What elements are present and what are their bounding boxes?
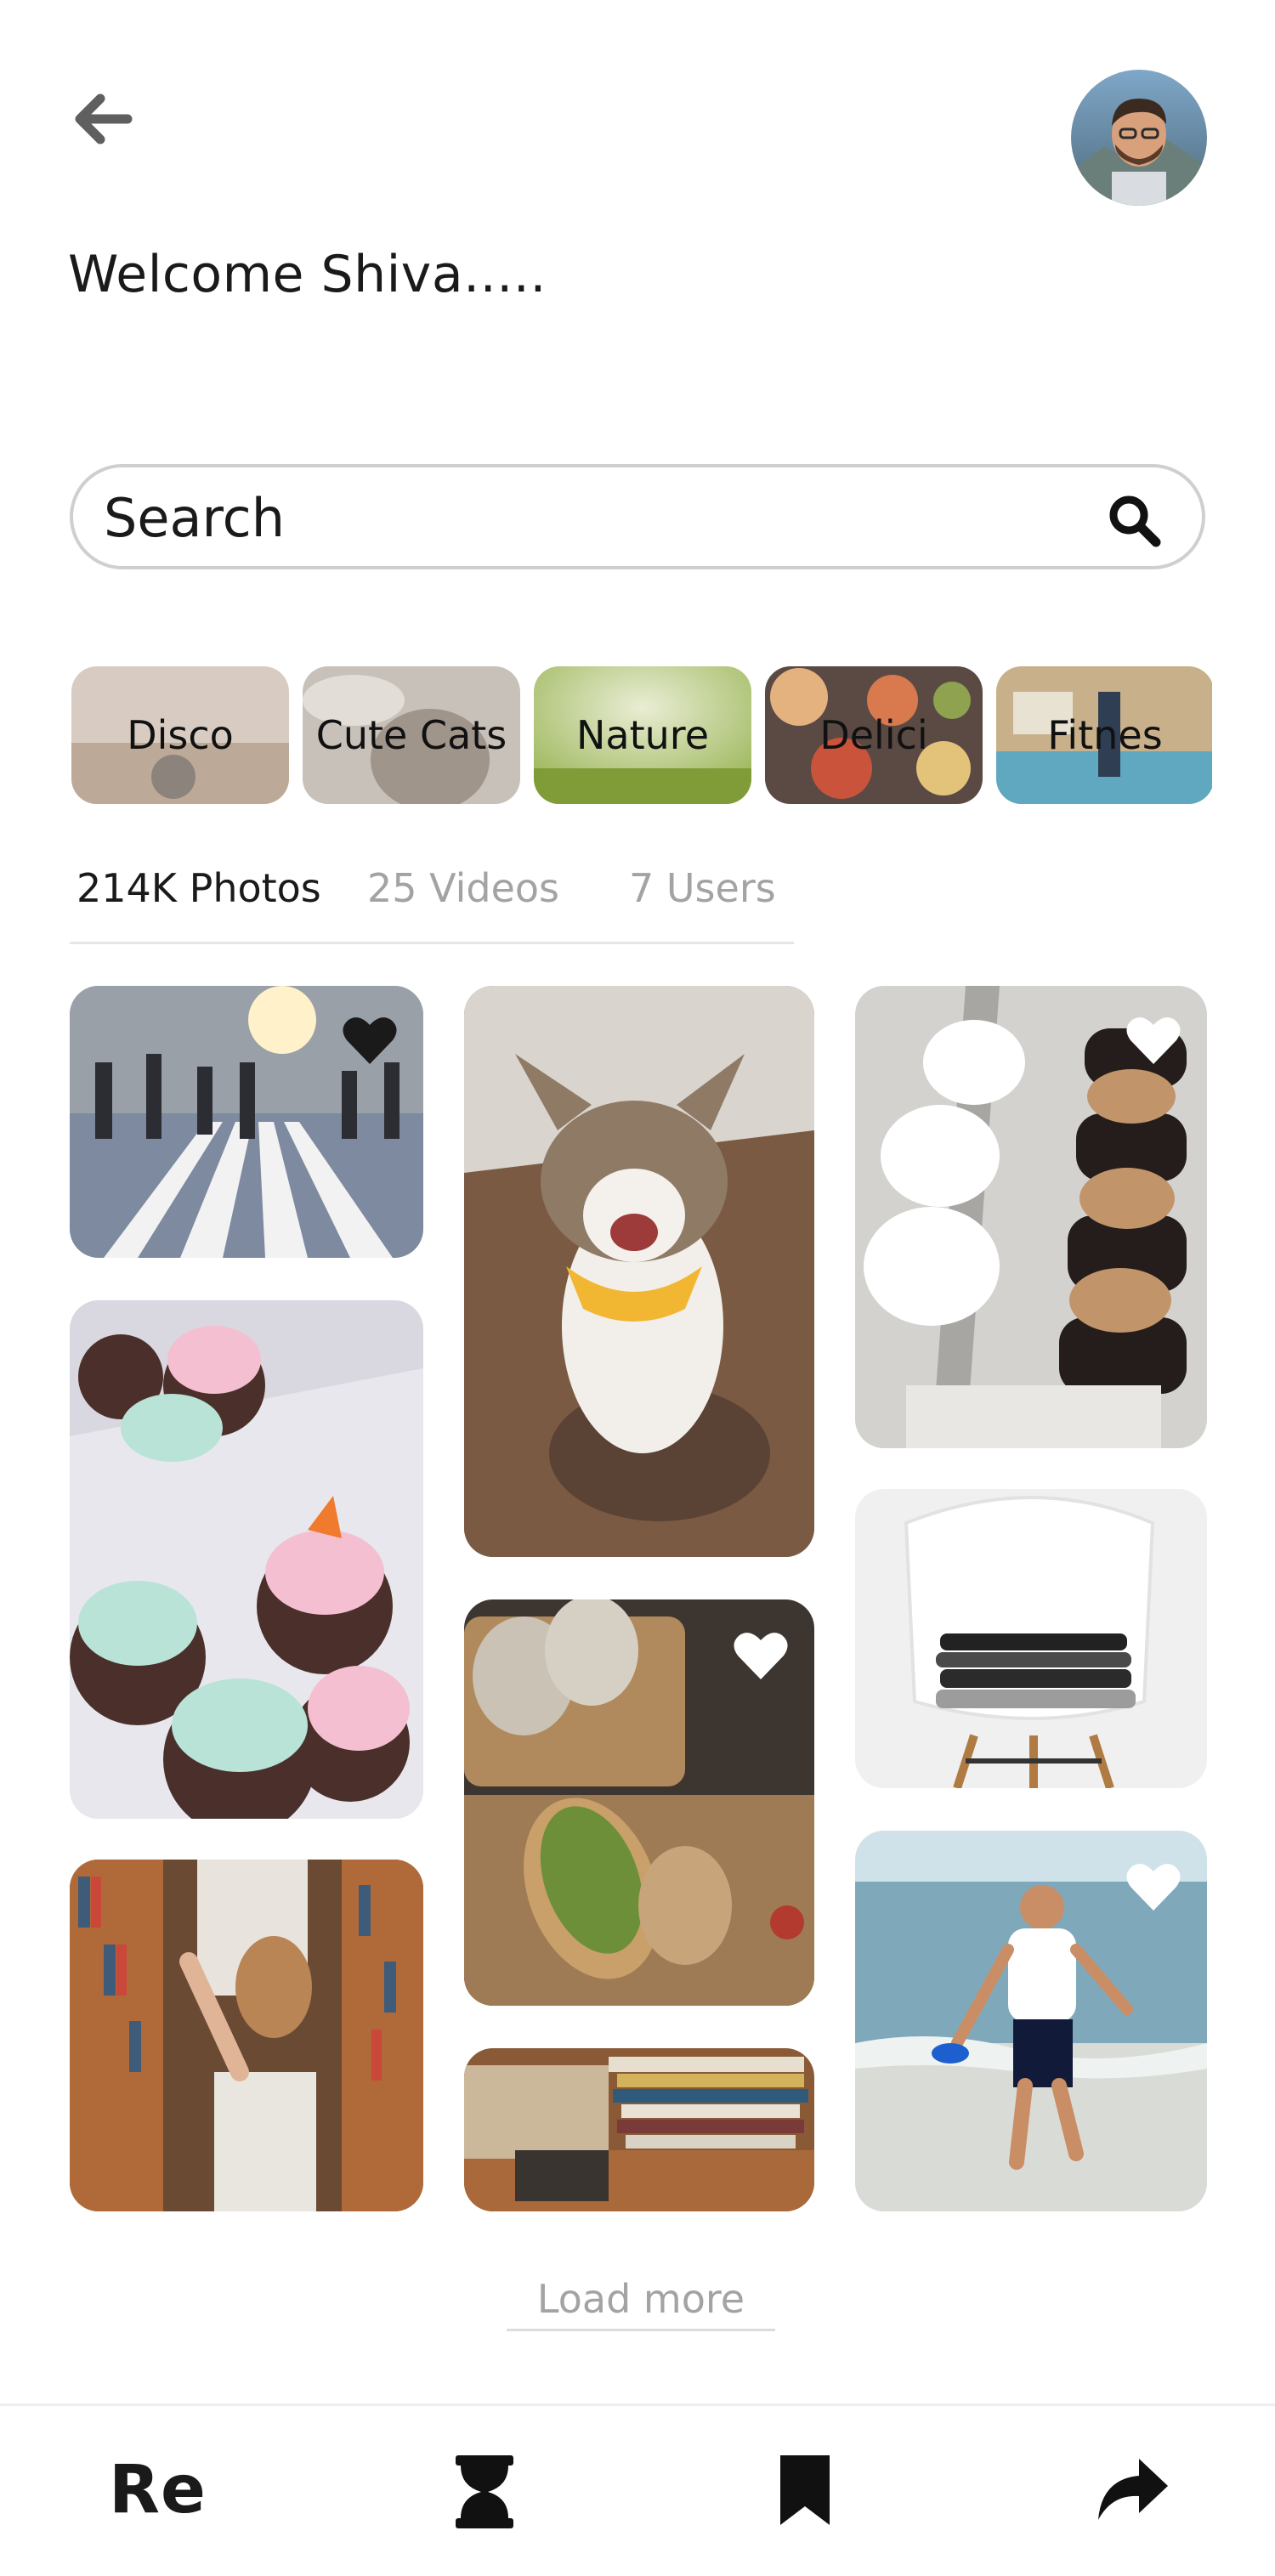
category-chip-nature[interactable]: Nature [534,666,751,804]
category-label: Nature [576,712,709,758]
photo-image [464,986,814,1557]
photo-library[interactable] [70,1860,423,2211]
bottom-nav: Re [0,2403,1275,2576]
search-bar[interactable] [70,464,1205,569]
heart-icon[interactable] [342,1015,398,1066]
photo-image [70,1860,423,2211]
photo-image [70,1300,423,1819]
search-icon[interactable] [1105,491,1163,549]
media-tabs: 214K Photos 25 Videos 7 Users [70,858,794,944]
category-label: Cute Cats [315,712,507,758]
photo-image [464,2048,814,2211]
bookmark-icon[interactable] [777,2452,833,2528]
welcome-heading: Welcome Shiva..... [68,245,547,304]
category-chip-fitness[interactable]: Fitnes [996,666,1212,804]
photo-beach-boy[interactable] [855,1831,1207,2211]
category-chips: Disco Cute Cats Nature Delici Fitnes [71,666,1212,804]
heart-icon[interactable] [1125,1015,1182,1066]
photo-avocado-toast[interactable] [464,1599,814,2006]
hourglass-icon[interactable] [454,2454,515,2530]
arrow-left-icon [75,93,133,144]
photo-cat[interactable] [464,986,814,1557]
user-avatar[interactable] [1071,70,1207,206]
tab-videos[interactable]: 25 Videos [367,865,559,911]
load-more-link[interactable]: Load more [507,2276,775,2331]
category-chip-disco[interactable]: Disco [71,666,289,804]
category-chip-delicious[interactable]: Delici [765,666,983,804]
heart-icon[interactable] [1125,1861,1182,1912]
tab-users[interactable]: 7 Users [629,865,776,911]
category-label: Delici [819,712,928,758]
back-button[interactable] [68,85,136,153]
tab-photos[interactable]: 214K Photos [76,865,321,911]
category-label: Disco [127,712,234,758]
avatar-image [1071,70,1207,206]
photo-books[interactable] [464,2048,814,2211]
category-label: Fitnes [1047,712,1163,758]
photo-cupcakes[interactable] [70,1300,423,1819]
photo-crosswalk[interactable] [70,986,423,1258]
brand-logo[interactable]: Re [109,2452,207,2528]
share-icon[interactable] [1096,2457,1170,2522]
heart-icon[interactable] [733,1630,789,1681]
category-chip-cute-cats[interactable]: Cute Cats [303,666,520,804]
search-input[interactable] [102,484,1091,551]
photo-chair[interactable] [855,1489,1207,1788]
photo-desserts[interactable] [855,986,1207,1448]
photo-image [855,1489,1207,1788]
